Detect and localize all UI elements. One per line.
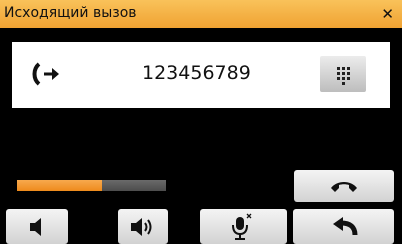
back-arrow-icon (333, 217, 358, 236)
hangup-icon (331, 182, 357, 192)
title-bar: Исходящий вызов ✕ (0, 0, 402, 28)
hangup-button[interactable] (294, 170, 394, 202)
call-panel: 123456789 (12, 42, 390, 108)
volume-down-button[interactable] (6, 209, 68, 244)
microphone-muted-icon (232, 213, 252, 240)
outgoing-call-icon (32, 61, 62, 91)
call-progress-fill (17, 180, 102, 191)
close-button[interactable]: ✕ (381, 5, 394, 23)
window-title: Исходящий вызов (4, 5, 137, 21)
volume-up-icon (131, 218, 152, 236)
volume-up-button[interactable] (118, 209, 168, 244)
volume-down-icon (30, 218, 41, 236)
dialed-number: 123456789 (142, 62, 251, 84)
back-button[interactable] (293, 209, 394, 244)
mute-button[interactable] (200, 209, 287, 244)
call-progress-bar (17, 180, 166, 191)
keypad-button[interactable] (320, 56, 366, 92)
keypad-icon (337, 67, 350, 85)
